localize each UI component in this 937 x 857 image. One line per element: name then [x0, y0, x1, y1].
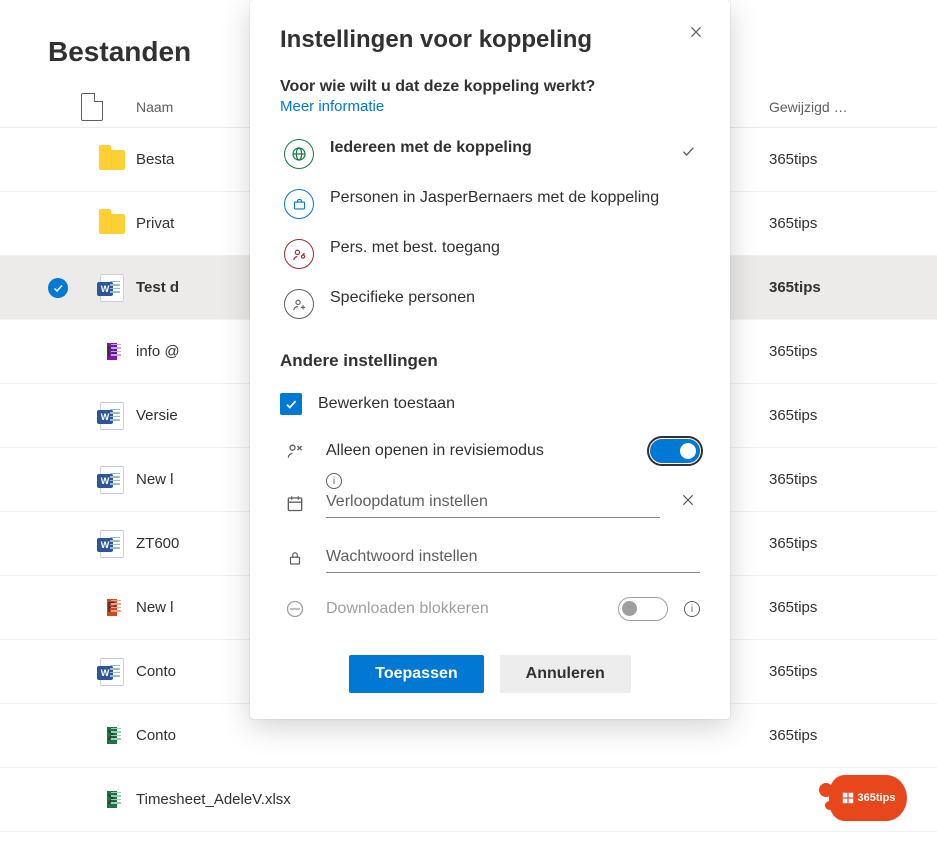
expiry-input[interactable] — [326, 487, 660, 518]
option-anyone[interactable]: Iedereen met de koppeling — [280, 129, 700, 179]
brand-badge: 365tips — [829, 775, 907, 821]
block-download-toggle — [618, 597, 668, 621]
review-mode-row: Alleen openen in revisiemodus — [280, 427, 700, 475]
option-existing-access[interactable]: Pers. met best. toegang — [280, 229, 700, 279]
ppt-icon: P — [100, 594, 124, 622]
option-specific-label: Specifieke personen — [330, 289, 696, 307]
file-name: Conto — [136, 727, 769, 744]
brand-label: 365tips — [858, 792, 896, 804]
word-icon: W — [100, 402, 124, 430]
folder-icon — [99, 150, 125, 170]
review-mode-toggle[interactable] — [650, 439, 700, 463]
xls-icon: X — [100, 722, 124, 750]
option-anyone-label: Iedereen met de koppeling — [330, 139, 664, 157]
word-icon: W — [100, 658, 124, 686]
file-modified: 365tips — [769, 279, 889, 296]
expiry-row: i — [280, 475, 700, 530]
option-organization-label: Personen in JasperBernaers met de koppel… — [330, 189, 696, 207]
option-specific-people[interactable]: Specifieke personen — [280, 279, 700, 329]
xls-icon: X — [100, 786, 124, 814]
file-modified: 365tips — [769, 471, 889, 488]
info-icon[interactable]: i — [684, 601, 700, 617]
word-icon: W — [100, 530, 124, 558]
allow-editing-row[interactable]: Bewerken toestaan — [280, 381, 700, 427]
info-icon[interactable]: i — [326, 473, 342, 489]
onenote-icon: N — [100, 338, 124, 366]
check-icon — [680, 143, 696, 164]
learn-more-link[interactable]: Meer informatie — [280, 98, 384, 115]
password-row — [280, 530, 700, 585]
dialog-title: Instellingen voor koppeling — [280, 26, 700, 54]
selected-check-icon[interactable] — [48, 278, 68, 298]
column-name[interactable]: Naam — [136, 99, 173, 115]
block-icon — [280, 599, 310, 619]
block-download-row: Downloaden blokkeren i — [280, 585, 700, 633]
dialog-question: Voor wie wilt u dat deze koppeling werkt… — [280, 78, 700, 96]
calendar-icon — [280, 493, 310, 513]
lock-icon — [280, 548, 310, 568]
file-row[interactable]: X Timesheet_AdeleV.xlsx — [0, 768, 937, 832]
close-button[interactable] — [682, 18, 710, 51]
allow-editing-label: Bewerken toestaan — [318, 395, 700, 413]
apply-button[interactable]: Toepassen — [349, 655, 483, 693]
review-icon — [280, 441, 310, 461]
word-icon: W — [100, 466, 124, 494]
file-modified: 365tips — [769, 407, 889, 424]
review-mode-label: Alleen openen in revisiemodus — [326, 442, 634, 460]
word-icon: W — [100, 274, 124, 302]
column-modified[interactable]: Gewijzigd … — [769, 99, 889, 115]
file-modified: 365tips — [769, 663, 889, 680]
file-modified: 365tips — [769, 727, 889, 744]
person-plus-icon — [284, 289, 314, 319]
file-modified: 365tips — [769, 535, 889, 552]
password-input[interactable] — [326, 542, 700, 573]
clear-expiry-button[interactable] — [676, 488, 700, 517]
file-modified: 365tips — [769, 151, 889, 168]
file-name: Timesheet_AdeleV.xlsx — [136, 791, 769, 808]
link-settings-dialog: Instellingen voor koppeling Voor wie wil… — [250, 0, 730, 719]
option-existing-label: Pers. met best. toegang — [330, 239, 696, 257]
folder-icon — [99, 214, 125, 234]
cancel-button[interactable]: Annuleren — [500, 655, 631, 693]
option-organization[interactable]: Personen in JasperBernaers met de koppel… — [280, 179, 700, 229]
block-download-label: Downloaden blokkeren — [326, 600, 602, 618]
file-modified: 365tips — [769, 343, 889, 360]
briefcase-icon — [284, 189, 314, 219]
file-modified: 365tips — [769, 215, 889, 232]
globe-icon — [284, 139, 314, 169]
file-icon — [81, 93, 103, 121]
people-lock-icon — [284, 239, 314, 269]
file-modified: 365tips — [769, 599, 889, 616]
other-settings-heading: Andere instellingen — [280, 351, 700, 371]
allow-editing-checkbox[interactable] — [280, 393, 302, 415]
